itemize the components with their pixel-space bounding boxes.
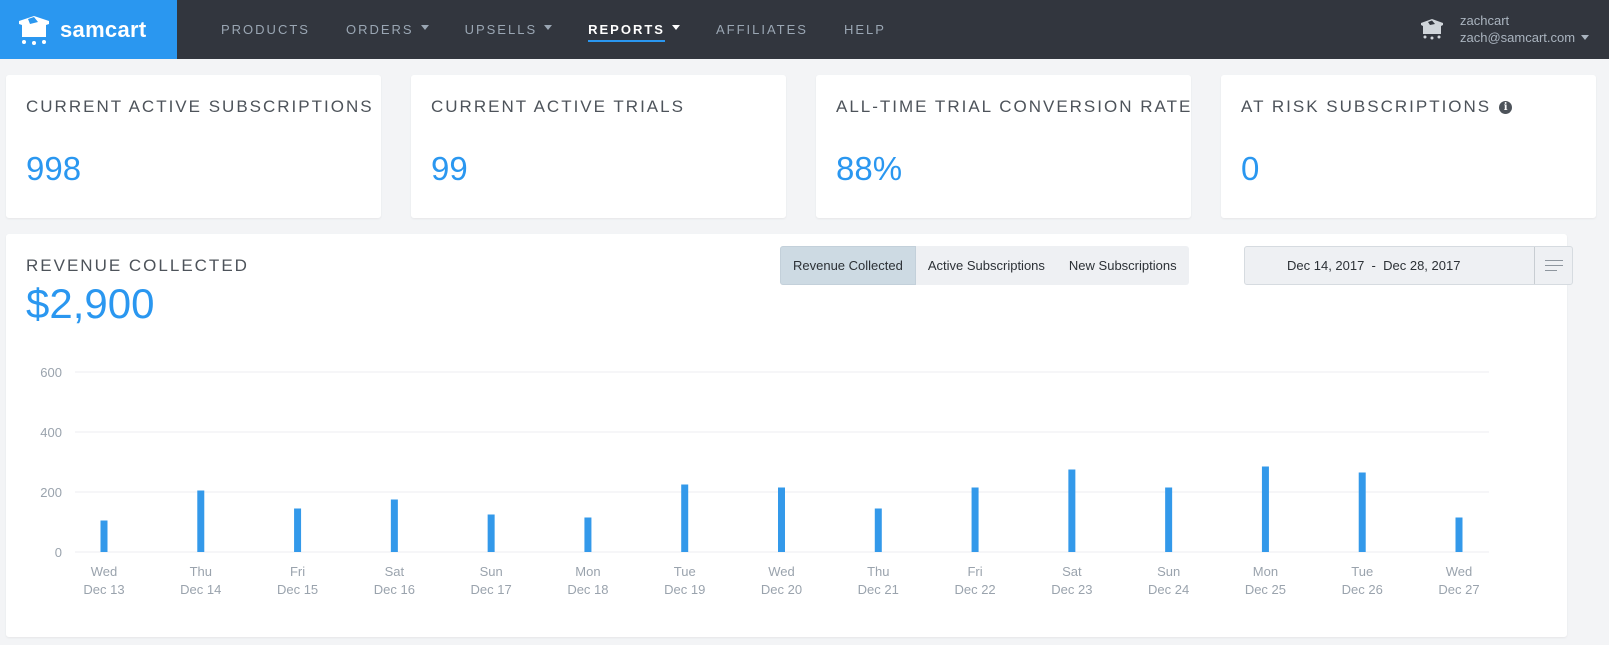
stat-value: 99	[431, 150, 468, 187]
x-tick-date: Dec 18	[567, 582, 608, 597]
x-tick-date: Dec 15	[277, 582, 318, 597]
tab-active-subscriptions[interactable]: Active Subscriptions	[916, 246, 1057, 285]
stat-value: 0	[1241, 150, 1260, 187]
x-tick-date: Dec 25	[1245, 582, 1286, 597]
x-tick-day: Mon	[1253, 564, 1278, 579]
x-tick-day: Wed	[768, 564, 795, 579]
nav-label: HELP	[843, 22, 886, 37]
brand-name: samcart	[60, 16, 147, 42]
x-tick-day: Thu	[190, 564, 212, 579]
x-tick-day: Sat	[385, 564, 405, 579]
revenue-bar[interactable]	[294, 508, 302, 553]
revenue-bar[interactable]	[100, 520, 108, 553]
x-tick-day: Tue	[674, 564, 696, 579]
revenue-bar[interactable]	[874, 508, 882, 553]
x-tick-date: Dec 17	[471, 582, 512, 597]
brand-logo-link[interactable]: samcart	[0, 0, 177, 59]
nav-orders[interactable]: ORDERS	[346, 0, 429, 59]
caret-down-icon	[420, 25, 429, 30]
revenue-bar[interactable]	[584, 517, 592, 553]
x-tick-date: Dec 16	[374, 582, 415, 597]
revenue-bar[interactable]	[1358, 472, 1366, 553]
stat-card-active-trials: CURRENT ACTIVE TRIALS 99	[411, 75, 786, 218]
stat-card-at-risk-subscriptions: AT RISK SUBSCRIPTIONS i 0	[1221, 75, 1596, 218]
stat-title: AT RISK SUBSCRIPTIONS	[1241, 97, 1492, 116]
x-tick-date: Dec 24	[1148, 582, 1189, 597]
tab-revenue-collected[interactable]: Revenue Collected	[780, 246, 916, 285]
tab-new-subscriptions[interactable]: New Subscriptions	[1057, 246, 1189, 285]
stat-title: ALL-TIME TRIAL CONVERSION RATE	[836, 97, 1191, 116]
nav-label: ORDERS	[345, 22, 414, 37]
revenue-bar[interactable]	[681, 484, 689, 553]
top-navbar: samcart PRODUCTS ORDERS UPSELLS REPORTS …	[0, 0, 1609, 59]
revenue-bar[interactable]	[1068, 469, 1076, 553]
revenue-bar[interactable]	[971, 487, 979, 553]
y-tick-label: 200	[40, 485, 62, 500]
metric-tabs: Revenue Collected Active Subscriptions N…	[780, 246, 1189, 285]
x-tick-day: Tue	[1351, 564, 1373, 579]
y-tick-label: 600	[40, 365, 62, 380]
y-tick-label: 0	[55, 545, 62, 560]
stat-card-active-subscriptions: CURRENT ACTIVE SUBSCRIPTIONS 998	[6, 75, 381, 218]
x-tick-day: Sun	[480, 564, 503, 579]
stat-title: CURRENT ACTIVE TRIALS	[431, 97, 685, 116]
revenue-bar[interactable]	[1455, 517, 1463, 553]
x-tick-date: Dec 27	[1438, 582, 1479, 597]
nav-reports[interactable]: REPORTS	[588, 0, 680, 59]
info-icon[interactable]: i	[1499, 100, 1513, 114]
x-tick-date: Dec 14	[180, 582, 221, 597]
revenue-amount: $2,900	[26, 280, 155, 327]
y-tick-label: 400	[40, 425, 62, 440]
date-range-menu-icon[interactable]	[1534, 247, 1572, 284]
caret-down-icon	[671, 25, 680, 30]
x-tick-day: Thu	[867, 564, 889, 579]
caret-down-icon	[544, 25, 553, 30]
x-tick-day: Fri	[967, 564, 982, 579]
nav-help[interactable]: HELP	[844, 0, 886, 59]
nav-products[interactable]: PRODUCTS	[221, 0, 310, 59]
stat-title: CURRENT ACTIVE SUBSCRIPTIONS	[26, 97, 374, 116]
stat-card-trial-conversion-rate: ALL-TIME TRIAL CONVERSION RATE 88%	[816, 75, 1191, 218]
revenue-bar[interactable]	[197, 490, 205, 553]
x-tick-date: Dec 13	[83, 582, 124, 597]
x-tick-day: Mon	[575, 564, 600, 579]
nav-label: UPSELLS	[464, 22, 538, 37]
revenue-bar[interactable]	[487, 514, 495, 553]
nav-affiliates[interactable]: AFFILIATES	[716, 0, 808, 59]
x-tick-date: Dec 23	[1051, 582, 1092, 597]
nav-label: PRODUCTS	[221, 22, 310, 37]
cart-logo-icon	[19, 15, 49, 45]
date-range-picker[interactable]: Dec 14, 2017 - Dec 28, 2017	[1244, 246, 1573, 285]
nav-upsells[interactable]: UPSELLS	[465, 0, 553, 59]
revenue-bar[interactable]	[778, 487, 785, 553]
date-range-text: Dec 14, 2017 - Dec 28, 2017	[1287, 258, 1461, 273]
user-name: zachcart	[1460, 13, 1510, 28]
nav-label: AFFILIATES	[715, 22, 808, 37]
x-tick-day: Wed	[1446, 564, 1473, 579]
user-cart-avatar-icon	[1421, 19, 1443, 40]
revenue-bar[interactable]	[390, 499, 398, 553]
x-tick-date: Dec 19	[664, 582, 705, 597]
x-tick-day: Wed	[91, 564, 118, 579]
revenue-panel: REVENUE COLLECTED $2,900 Revenue Collect…	[6, 234, 1573, 637]
x-tick-date: Dec 26	[1342, 582, 1383, 597]
revenue-bar[interactable]	[1165, 487, 1173, 553]
x-tick-date: Dec 22	[954, 582, 995, 597]
nav-label: REPORTS	[588, 22, 665, 42]
x-tick-date: Dec 21	[858, 582, 899, 597]
user-email: zach@samcart.com	[1460, 30, 1576, 45]
x-tick-day: Fri	[290, 564, 305, 579]
x-tick-day: Sun	[1157, 564, 1180, 579]
user-menu[interactable]: zachcart zach@samcart.com	[1420, 12, 1590, 46]
main-nav: PRODUCTS ORDERS UPSELLS REPORTS AFFILIAT…	[221, 0, 922, 59]
caret-down-icon	[1581, 35, 1590, 40]
stat-value: 998	[26, 150, 82, 187]
x-tick-date: Dec 20	[761, 582, 802, 597]
x-tick-day: Sat	[1062, 564, 1082, 579]
revenue-bar[interactable]	[1261, 466, 1269, 553]
revenue-title: REVENUE COLLECTED	[26, 256, 249, 275]
stat-value: 88%	[836, 150, 903, 187]
revenue-bar-chart: 0 200 400 600 Wed Dec 13 Thu Dec 14 Fri Dec 15 Sat…	[40, 365, 1489, 597]
